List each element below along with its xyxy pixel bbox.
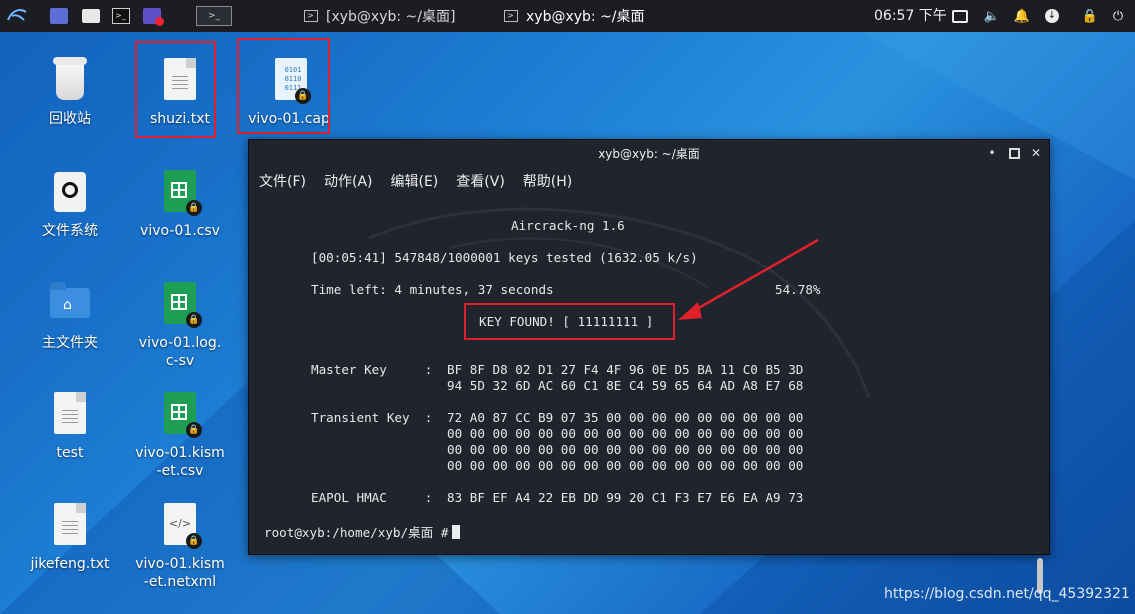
desktop-icon-home-folder[interactable]: ⌂ 主文件夹	[25, 278, 115, 352]
highlight-box-vivo-cap	[237, 38, 330, 134]
progress-line: [00:05:41] 547848/1000001 keys tested (1…	[311, 250, 698, 265]
transient-key-row: 72 A0 87 CC B9 07 35 00 00 00 00 00 00 0…	[447, 410, 804, 425]
desktop-icon-label: jikefeng.txt	[30, 556, 110, 572]
clock[interactable]: 06:57 下午	[874, 0, 947, 32]
menu-help[interactable]: 帮助(H)	[523, 168, 572, 196]
desktop-icon-vivo-log[interactable]: 🔒 vivo-01.log.c-sv	[135, 278, 225, 370]
lock-icon: 🔒	[186, 533, 202, 549]
taskbar-item-label: [xyb@xyb: ~/桌面]	[326, 9, 456, 25]
taskbar-item-terminal-2[interactable]: > xyb@xyb: ~/桌面	[504, 0, 645, 32]
desktop-icon-vivo-csv[interactable]: 🔒 vivo-01.csv	[135, 166, 225, 240]
red-arrow	[678, 238, 819, 320]
desktop-icon-label: test	[56, 445, 84, 461]
show-desktop-icon[interactable]	[48, 5, 70, 27]
desktop-icon-label: 文件系统	[42, 223, 98, 239]
desktop-icon-label: vivo-01.kism-et.csv	[135, 445, 225, 479]
maximize-button[interactable]	[1007, 146, 1021, 160]
spreadsheet-icon: 🔒	[156, 388, 204, 440]
text-cursor	[452, 525, 461, 539]
terminal-window[interactable]: xyb@xyb: ~/桌面 • ✕ 文件(F) 动作(A) 编辑(E) 查看(V…	[248, 139, 1050, 594]
minimize-button[interactable]: •	[985, 146, 999, 160]
master-key-row: BF 8F D8 02 D1 27 F4 4F 96 0E D5 BA 11 C…	[447, 362, 804, 377]
shell-prompt[interactable]: root@xyb:/home/xyb/桌面 #	[264, 522, 461, 541]
display-icon[interactable]	[952, 8, 968, 24]
master-key-row: 94 5D 32 6D AC 60 C1 8E C4 59 65 64 AD A…	[447, 378, 804, 393]
menu-edit[interactable]: 编辑(E)	[391, 168, 439, 196]
eapol-hmac-label: EAPOL HMAC :	[311, 490, 433, 505]
aircrack-header: Aircrack-ng 1.6	[511, 218, 625, 233]
update-icon[interactable]: ↓	[1044, 8, 1060, 24]
highlight-box-key-found	[464, 303, 675, 340]
terminal-icon: >	[304, 10, 318, 22]
eapol-hmac-row: 83 BF EF A4 22 EB DD 99 20 C1 F3 E7 E6 E…	[447, 490, 804, 505]
lock-icon: 🔒	[186, 200, 202, 216]
notification-bell-icon[interactable]: 🔔	[1014, 8, 1030, 24]
workspace-icon[interactable]: >_	[194, 5, 234, 27]
power-icon[interactable]: ⏻	[1110, 8, 1126, 24]
kali-menu-icon[interactable]	[4, 5, 30, 27]
text-file-icon	[46, 499, 94, 551]
lock-icon: 🔒	[186, 312, 202, 328]
spreadsheet-icon: 🔒	[156, 166, 204, 218]
drive-icon	[46, 166, 94, 218]
desktop-icon-test[interactable]: test	[25, 388, 115, 462]
menu-bar: 文件(F) 动作(A) 编辑(E) 查看(V) 帮助(H)	[249, 168, 1049, 196]
top-panel: >_ >_ > [xyb@xyb: ~/桌面] > xyb@xyb: ~/桌面 …	[0, 0, 1135, 32]
desktop-icon-file-system[interactable]: 文件系统	[25, 166, 115, 240]
watermark: https://blog.csdn.net/qq_45392321	[884, 586, 1130, 602]
menu-action[interactable]: 动作(A)	[324, 168, 373, 196]
home-folder-icon: ⌂	[46, 278, 94, 330]
prompt-text: root@xyb:/home/xyb/桌面 #	[264, 525, 449, 540]
transient-key-label: Transient Key :	[311, 410, 433, 425]
desktop-icon-label: 回收站	[49, 111, 91, 127]
terminal-launcher-icon[interactable]: >_	[110, 5, 132, 27]
taskbar-item-label: xyb@xyb: ~/桌面	[526, 9, 645, 25]
lock-icon: 🔒	[186, 422, 202, 438]
highlight-box-shuzi	[135, 41, 216, 138]
transient-key-row: 00 00 00 00 00 00 00 00 00 00 00 00 00 0…	[447, 426, 804, 441]
desktop-icon-vivo-kismet-csv[interactable]: 🔒 vivo-01.kism-et.csv	[135, 388, 225, 480]
file-manager-icon[interactable]	[80, 5, 102, 27]
master-key-label: Master Key :	[311, 362, 433, 377]
taskbar-item-terminal-1[interactable]: > [xyb@xyb: ~/桌面]	[304, 0, 455, 32]
volume-icon[interactable]: 🔈	[984, 8, 1000, 24]
trash-icon	[46, 54, 94, 106]
window-title: xyb@xyb: ~/桌面	[598, 147, 700, 161]
terminal-icon: >	[504, 10, 518, 22]
menu-file[interactable]: 文件(F)	[259, 168, 306, 196]
desktop-icon-trash[interactable]: 回收站	[25, 54, 115, 128]
desktop-icon-jikefeng[interactable]: jikefeng.txt	[25, 499, 115, 573]
desktop-icon-vivo-kismet-netxml[interactable]: </> 🔒 vivo-01.kism-et.netxml	[135, 499, 225, 591]
menu-view[interactable]: 查看(V)	[456, 168, 505, 196]
desktop-icon-label: vivo-01.log.c-sv	[138, 335, 222, 369]
close-icon[interactable]: ✕	[1029, 146, 1043, 160]
transient-key-row: 00 00 00 00 00 00 00 00 00 00 00 00 00 0…	[447, 442, 804, 457]
text-file-icon	[46, 388, 94, 440]
xml-file-icon: </> 🔒	[156, 499, 204, 551]
lock-screen-icon[interactable]: 🔒	[1082, 8, 1098, 24]
spreadsheet-icon: 🔒	[156, 278, 204, 330]
desktop-icon-label: 主文件夹	[42, 335, 98, 351]
time-left-line: Time left: 4 minutes, 37 seconds	[311, 282, 554, 297]
terminal-output[interactable]: Aircrack-ng 1.6 [00:05:41] 547848/100000…	[249, 198, 1049, 594]
desktop-icon-label: vivo-01.csv	[140, 223, 220, 239]
screen-recorder-icon[interactable]	[140, 5, 164, 27]
desktop-icon-label: vivo-01.kism-et.netxml	[135, 556, 225, 590]
transient-key-row: 00 00 00 00 00 00 00 00 00 00 00 00 00 0…	[447, 458, 804, 473]
